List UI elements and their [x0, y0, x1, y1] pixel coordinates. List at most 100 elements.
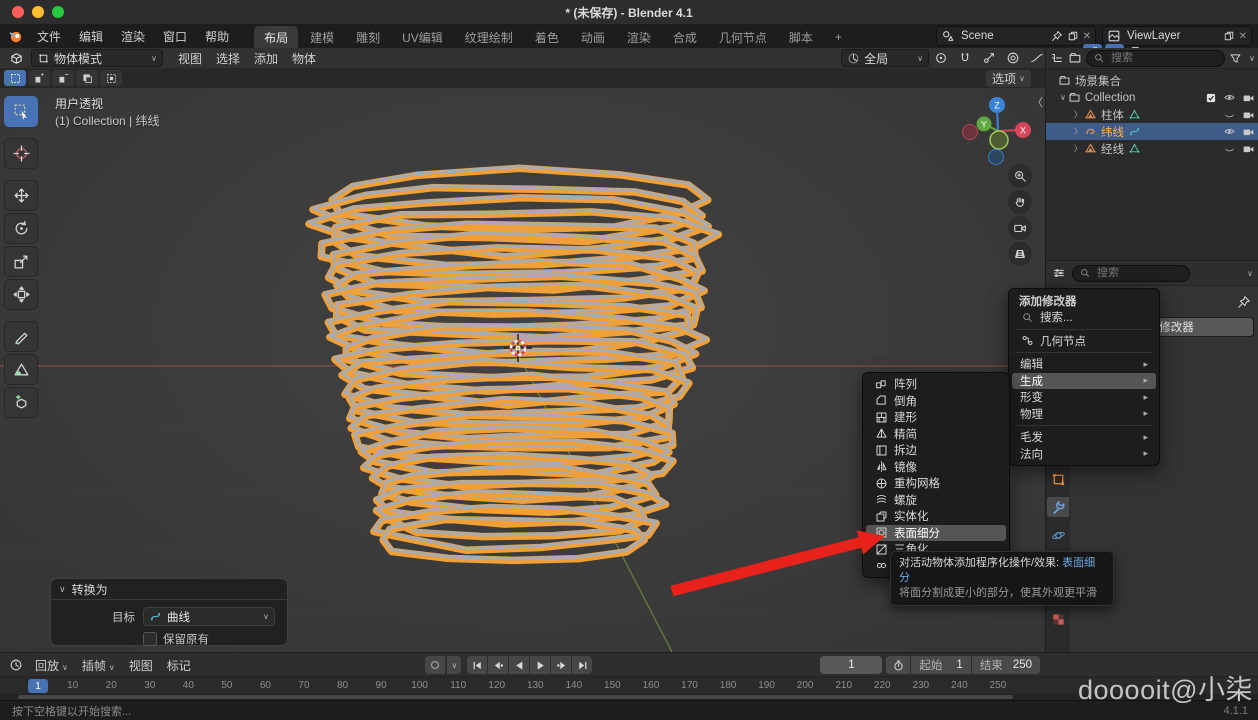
stopwatch-icon[interactable] [886, 656, 910, 674]
menu-item-geometry-nodes[interactable]: 几何节点 [1012, 333, 1156, 350]
playhead[interactable]: 1 [28, 679, 48, 693]
menu-0[interactable]: 文件 [28, 25, 70, 48]
tab-纹理绘制[interactable]: 纹理绘制 [455, 26, 523, 50]
tab-脚本[interactable]: 脚本 [779, 26, 823, 50]
outliner-row-collection[interactable]: ∨Collection [1046, 89, 1258, 106]
next-keyframe-icon[interactable] [551, 656, 571, 674]
orientation-dropdown[interactable]: 全局 ∨ [841, 49, 929, 67]
submenu-item-表面细分[interactable]: 表面细分 [866, 525, 1006, 542]
annotate-tool[interactable] [4, 321, 38, 352]
properties-search-input[interactable] [1095, 266, 1183, 280]
menu-4[interactable]: 帮助 [196, 25, 238, 48]
copy-icon[interactable] [1067, 30, 1079, 42]
viewport-menu-0[interactable]: 视图 [171, 48, 209, 69]
tab-布局[interactable]: 布局 [254, 26, 298, 50]
viewport-menu-3[interactable]: 物体 [285, 48, 323, 69]
menu-item-search[interactable]: 搜索... [1012, 309, 1156, 326]
snap-target-dropdown[interactable] [977, 50, 1001, 66]
menu-2[interactable]: 渲染 [112, 25, 154, 48]
menu-3[interactable]: 窗口 [154, 25, 196, 48]
outliner-search-input[interactable] [1109, 51, 1218, 65]
modifier-wrench-icon[interactable] [1047, 497, 1069, 517]
select-extend-icon[interactable] [28, 70, 50, 86]
copy-icon[interactable] [1223, 30, 1235, 42]
submenu-item-螺旋[interactable]: 螺旋 [866, 492, 1006, 509]
tab-合成[interactable]: 合成 [663, 26, 707, 50]
blender-logo-icon[interactable] [8, 28, 24, 44]
pivot-dropdown[interactable] [929, 50, 953, 66]
properties-context-dropdown[interactable] [1052, 266, 1066, 280]
minimize-window-button[interactable] [32, 6, 44, 18]
physics-icon[interactable] [1047, 525, 1069, 545]
submenu-item-建形[interactable]: 建形 [866, 409, 1006, 426]
rotate-tool[interactable] [4, 213, 38, 244]
viewlayer-name[interactable]: ViewLayer [1127, 30, 1217, 42]
close-window-button[interactable] [12, 6, 24, 18]
target-dropdown[interactable]: 曲线 ∨ [143, 607, 275, 626]
menu-1[interactable]: 编辑 [70, 25, 112, 48]
texture-icon[interactable] [1047, 609, 1069, 629]
viewport-menu-1[interactable]: 选择 [209, 48, 247, 69]
timeline-menu-1[interactable]: 插帧∨ [75, 655, 122, 676]
measure-tool[interactable] [4, 354, 38, 385]
outliner-row-scene-collection[interactable]: 场景集合 [1046, 72, 1258, 89]
tab-几何节点[interactable]: 几何节点 [709, 26, 777, 50]
tab-渲染[interactable]: 渲染 [617, 26, 661, 50]
pin-icon[interactable] [1237, 295, 1251, 309]
jump-end-icon[interactable] [572, 656, 592, 674]
play-reverse-icon[interactable] [509, 656, 529, 674]
submenu-item-拆边[interactable]: 拆边 [866, 442, 1006, 459]
pin-icon[interactable] [1051, 30, 1063, 42]
maximize-window-button[interactable] [52, 6, 64, 18]
submenu-item-实体化[interactable]: 实体化 [866, 508, 1006, 525]
outliner-row-柱体[interactable]: 〉柱体 [1046, 106, 1258, 123]
submenu-item-镜像[interactable]: 镜像 [866, 459, 1006, 476]
cursor-tool[interactable] [4, 138, 38, 169]
properties-search[interactable] [1072, 265, 1190, 282]
outliner-filter-collection-dropdown[interactable] [1068, 51, 1082, 65]
proportional-edit-toggle[interactable] [1001, 50, 1025, 66]
tab-+[interactable]: + [825, 27, 852, 48]
sidebar-collapse-arrow[interactable]: 〈 [1032, 94, 1043, 110]
submenu-item-精简[interactable]: 精简 [866, 426, 1006, 443]
timeline-menu-3[interactable]: 标记 [160, 655, 198, 676]
timeline-menu-0[interactable]: 回放∨ [28, 655, 75, 676]
auto-key-dropdown[interactable]: ∨ [447, 656, 461, 674]
current-frame-field[interactable]: 1 [820, 656, 882, 674]
convert-panel-header[interactable]: ∨ 转换为 [51, 579, 287, 600]
end-frame-field[interactable]: 结束 250 [972, 656, 1040, 674]
editor-type-button[interactable] [4, 50, 29, 67]
play-icon[interactable] [530, 656, 550, 674]
outliner-display-mode-dropdown[interactable] [1050, 51, 1064, 65]
menu-item-毛发[interactable]: 毛发▸ [1012, 429, 1156, 446]
close-icon[interactable]: ✕ [1239, 31, 1247, 42]
select-intersect-icon[interactable] [100, 70, 122, 86]
submenu-item-阵列[interactable]: 阵列 [866, 376, 1006, 393]
timeline-ruler[interactable]: 1020304050607080901001101201301401501601… [0, 676, 1258, 695]
outliner-search[interactable] [1086, 50, 1225, 67]
select-subtract-icon[interactable] [52, 70, 74, 86]
select-invert-icon[interactable] [76, 70, 98, 86]
menu-item-形变[interactable]: 形变▸ [1012, 389, 1156, 406]
menu-item-法向[interactable]: 法向▸ [1012, 446, 1156, 463]
tab-建模[interactable]: 建模 [300, 26, 344, 50]
add-cube-tool[interactable] [4, 387, 38, 418]
tab-UV编辑[interactable]: UV编辑 [392, 26, 453, 50]
options-button[interactable]: 选项∨ [986, 70, 1031, 87]
start-frame-field[interactable]: 起始 1 [911, 656, 970, 674]
select-set-icon[interactable] [4, 70, 26, 86]
mode-dropdown[interactable]: 物体模式 ∨ [31, 49, 163, 67]
menu-item-物理[interactable]: 物理▸ [1012, 406, 1156, 423]
close-icon[interactable]: ✕ [1083, 31, 1091, 42]
menu-item-生成[interactable]: 生成▸ [1012, 373, 1156, 390]
outliner-row-纬线[interactable]: 〉纬线 [1046, 123, 1258, 140]
viewlayer-icon[interactable] [1107, 29, 1121, 43]
prev-keyframe-icon[interactable] [488, 656, 508, 674]
scene-name[interactable]: Scene [961, 30, 1045, 42]
scrollbar-handle[interactable] [18, 695, 1013, 699]
zoom-icon[interactable] [1008, 164, 1032, 188]
viewport-menu-2[interactable]: 添加 [247, 48, 285, 69]
scene-icon[interactable] [941, 29, 955, 43]
scale-tool[interactable] [4, 246, 38, 277]
select-box-tool[interactable] [4, 96, 38, 127]
